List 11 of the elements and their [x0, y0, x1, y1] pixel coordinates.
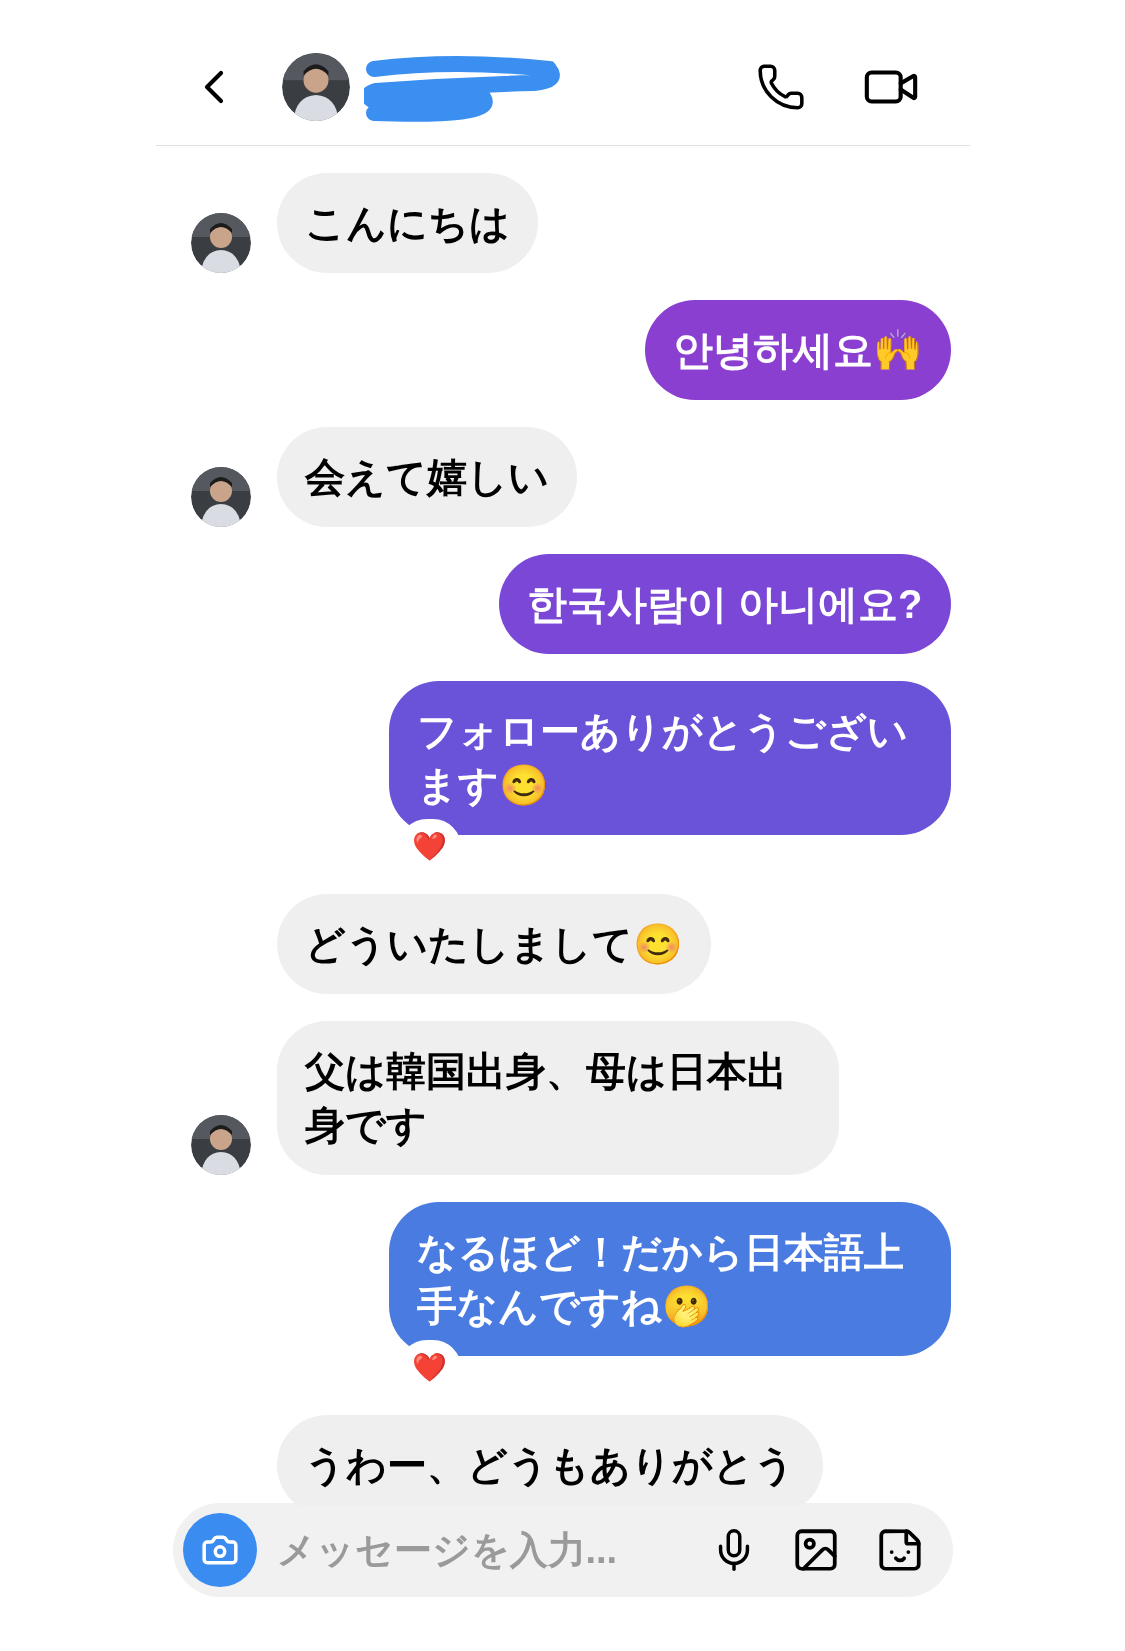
- message-bubble: こんにちは: [276, 173, 538, 273]
- message-bubble: 会えて嬉しい: [276, 427, 577, 527]
- message-input[interactable]: メッセージを入力...: [276, 1521, 691, 1579]
- message-bubble: うわー、どうもありがとう: [276, 1415, 823, 1506]
- phone-icon[interactable]: [755, 61, 806, 112]
- message-bubble: 안녕하세요🙌: [644, 300, 951, 400]
- message-bubble: 父は韓国出身、母は日本出身です: [276, 1021, 839, 1175]
- message-bubble: どういたしまして😊: [276, 894, 711, 994]
- message-bubble: 한국사람이 아니에요?: [498, 554, 951, 654]
- camera-button[interactable]: [182, 1513, 257, 1587]
- message-field[interactable]: メッセージを入力...: [172, 1503, 953, 1597]
